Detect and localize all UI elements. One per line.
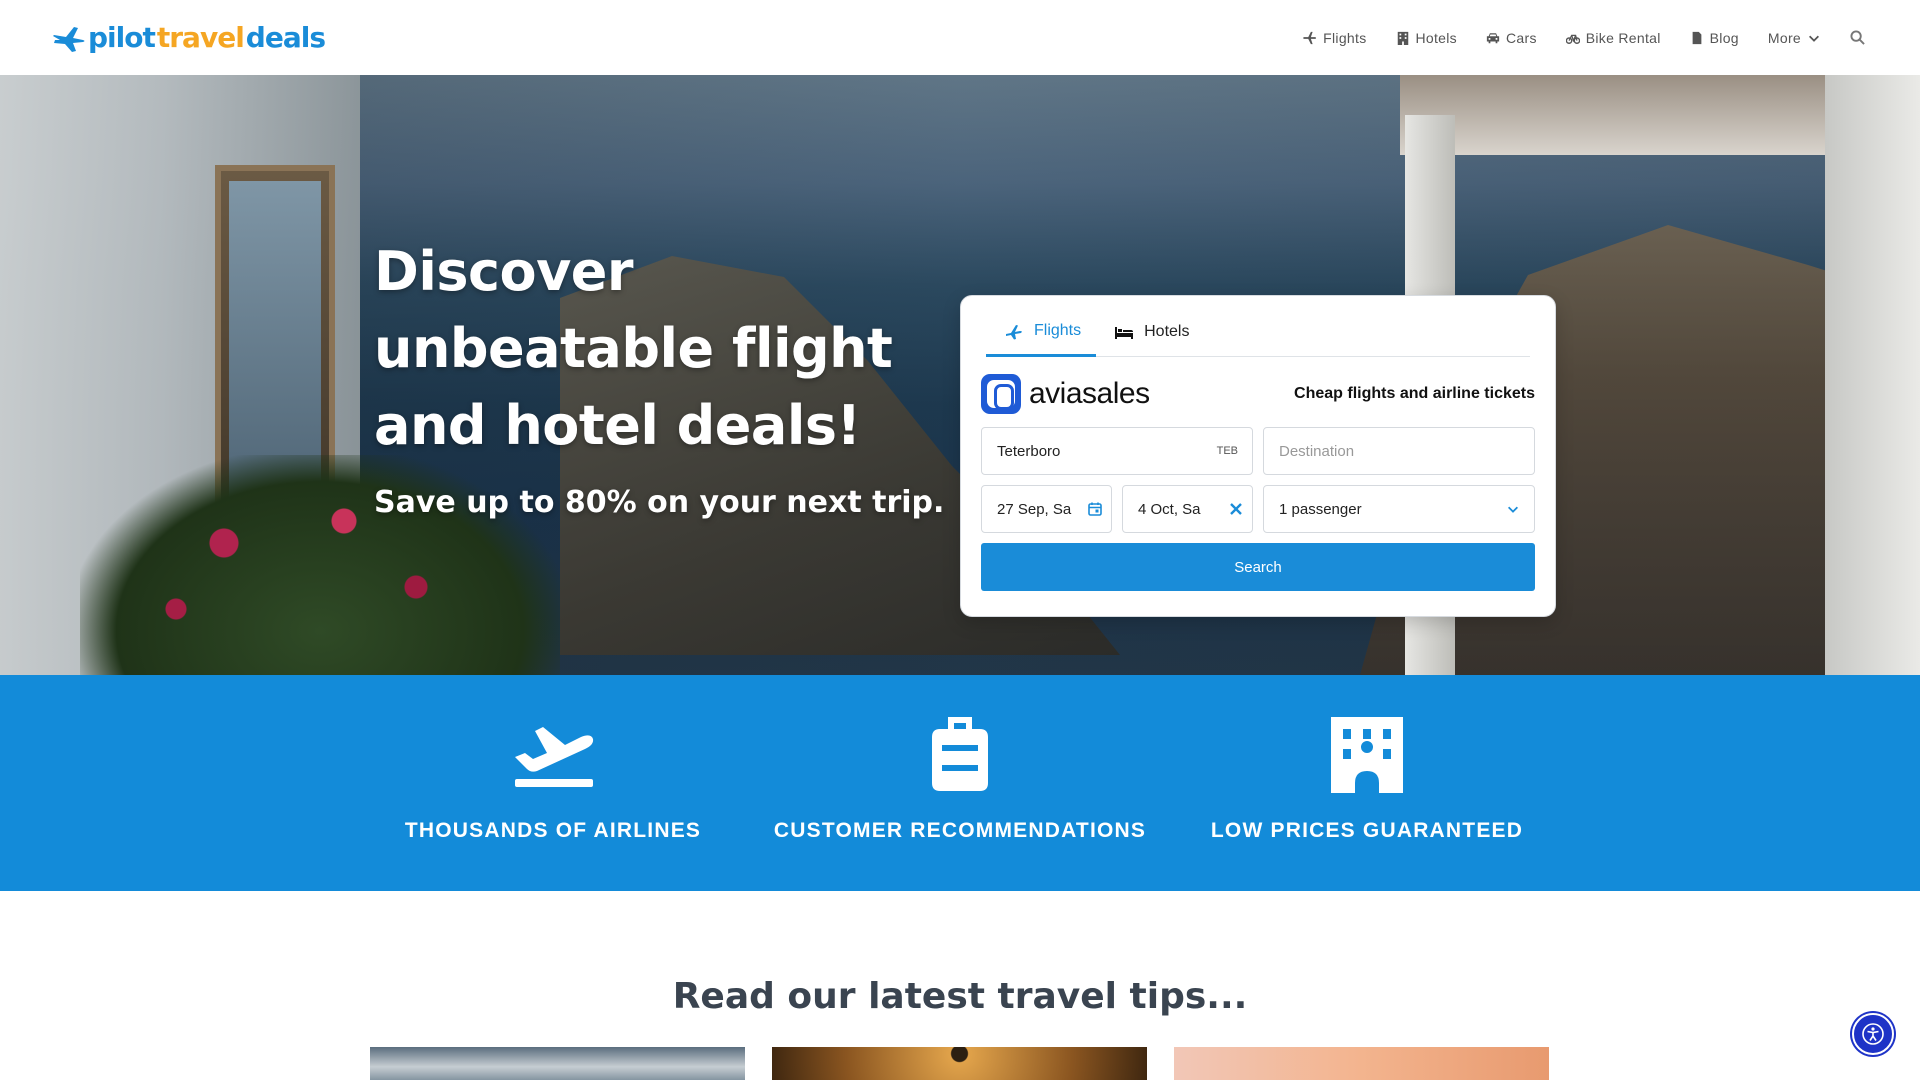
chevron-down-icon bbox=[1508, 506, 1518, 513]
tip-card-3-image[interactable] bbox=[1174, 1047, 1549, 1080]
tip-card-1-image[interactable] bbox=[370, 1047, 745, 1080]
logo-text-travel: travel bbox=[156, 21, 245, 54]
aviasales-brand: aviasales bbox=[981, 374, 1150, 414]
passengers-value: 1 passenger bbox=[1279, 500, 1362, 518]
main-nav: Flights Hotels Cars Bike Rental Blog Mor… bbox=[1303, 30, 1865, 46]
logo-text-deals: deals bbox=[245, 21, 326, 54]
aviasales-logo-icon bbox=[981, 374, 1021, 414]
return-date-value: 4 Oct, Sa bbox=[1138, 500, 1201, 518]
hero-title: Discover unbeatable flight and hotel dea… bbox=[374, 240, 893, 457]
suitcase-icon bbox=[932, 717, 988, 791]
feature-low-prices: LOW PRICES GUARANTEED bbox=[1157, 715, 1577, 843]
feature-airlines: THOUSANDS OF AIRLINES bbox=[343, 715, 763, 843]
site-logo[interactable]: pilot travel deals bbox=[52, 21, 326, 54]
chevron-down-icon bbox=[1809, 35, 1819, 42]
site-header: pilot travel deals Flights Hotels Cars Bik… bbox=[0, 0, 1920, 75]
tips-section-title: Read our latest travel tips... bbox=[672, 976, 1248, 1017]
tab-flights-label: Flights bbox=[1034, 322, 1082, 339]
logo-text-pilot: pilot bbox=[88, 21, 156, 54]
nav-cars-label: Cars bbox=[1505, 29, 1537, 46]
return-date-field[interactable]: 4 Oct, Sa bbox=[1122, 485, 1253, 533]
feature-recommendations-label: CUSTOMER RECOMMENDATIONS bbox=[773, 819, 1147, 842]
nav-blog-label: Blog bbox=[1709, 29, 1739, 46]
plane-icon bbox=[1006, 325, 1022, 340]
nav-bike-rental[interactable]: Bike Rental bbox=[1565, 29, 1661, 46]
tab-hotels[interactable]: Hotels bbox=[1096, 308, 1204, 356]
nav-more[interactable]: More bbox=[1768, 30, 1821, 46]
feature-recommendations: CUSTOMER RECOMMENDATIONS bbox=[750, 715, 1170, 843]
building-icon bbox=[1397, 31, 1408, 45]
plane-departure-icon bbox=[515, 727, 594, 787]
nav-flights[interactable]: Flights bbox=[1303, 30, 1366, 46]
nav-flights-label: Flights bbox=[1323, 29, 1367, 46]
hero-bg-pillar-right bbox=[1825, 75, 1920, 675]
search-icon bbox=[1850, 30, 1865, 45]
calendar-icon bbox=[1088, 502, 1102, 516]
nav-blog[interactable]: Blog bbox=[1690, 30, 1739, 46]
plane-logo-icon bbox=[53, 26, 85, 52]
depart-date-value: 27 Sep, Sa bbox=[997, 500, 1072, 518]
tab-flights[interactable]: Flights bbox=[986, 308, 1097, 357]
hero-section: Discover unbeatable flight and hotel dea… bbox=[0, 75, 1920, 675]
search-button[interactable]: Search bbox=[981, 543, 1535, 591]
passengers-select[interactable]: 1 passenger bbox=[1263, 485, 1535, 533]
hero-subtitle: Save up to 80% on your next trip. bbox=[374, 485, 945, 520]
header-search-button[interactable] bbox=[1850, 30, 1865, 45]
nav-cars[interactable]: Cars bbox=[1486, 30, 1537, 46]
brand-name: aviasales bbox=[1029, 377, 1150, 410]
flight-search-widget: Flights Hotels aviasales Cheap flights a… bbox=[960, 295, 1556, 617]
bike-icon bbox=[1565, 34, 1580, 44]
close-icon[interactable] bbox=[1228, 501, 1244, 517]
origin-value: Teterboro bbox=[997, 442, 1061, 460]
nav-hotels-label: Hotels bbox=[1415, 29, 1457, 46]
origin-code: TEB bbox=[1216, 445, 1238, 457]
car-icon bbox=[1486, 32, 1500, 43]
route-row: Teterboro TEB Destination bbox=[981, 423, 1535, 475]
document-icon bbox=[1692, 31, 1702, 44]
hotel-icon bbox=[1331, 717, 1403, 793]
feature-low-prices-label: LOW PRICES GUARANTEED bbox=[1210, 819, 1524, 842]
accessibility-button[interactable] bbox=[1852, 1013, 1894, 1055]
nav-hotels[interactable]: Hotels bbox=[1396, 30, 1457, 46]
dates-row: 27 Sep, Sa 4 Oct, Sa 1 passenger bbox=[981, 485, 1535, 533]
nav-bike-rental-label: Bike Rental bbox=[1585, 29, 1661, 46]
nav-more-label: More bbox=[1767, 29, 1801, 46]
feature-airlines-label: THOUSANDS OF AIRLINES bbox=[404, 819, 702, 842]
tab-hotels-label: Hotels bbox=[1144, 323, 1190, 340]
widget-tagline: Cheap flights and airline tickets bbox=[1294, 385, 1535, 402]
plane-icon bbox=[1303, 31, 1317, 44]
accessibility-icon bbox=[1862, 1023, 1884, 1045]
tip-card-2-image[interactable] bbox=[772, 1047, 1147, 1080]
features-band: THOUSANDS OF AIRLINES CUSTOMER RECOMMEND… bbox=[0, 675, 1920, 891]
destination-field[interactable]: Destination bbox=[1263, 427, 1535, 475]
widget-brand-row: aviasales Cheap flights and airline tick… bbox=[981, 374, 1535, 414]
widget-tabs: Flights Hotels bbox=[986, 308, 1530, 357]
origin-field[interactable]: Teterboro TEB bbox=[981, 427, 1253, 475]
depart-date-field[interactable]: 27 Sep, Sa bbox=[981, 485, 1112, 533]
destination-placeholder: Destination bbox=[1279, 442, 1355, 460]
bed-icon bbox=[1115, 327, 1134, 339]
